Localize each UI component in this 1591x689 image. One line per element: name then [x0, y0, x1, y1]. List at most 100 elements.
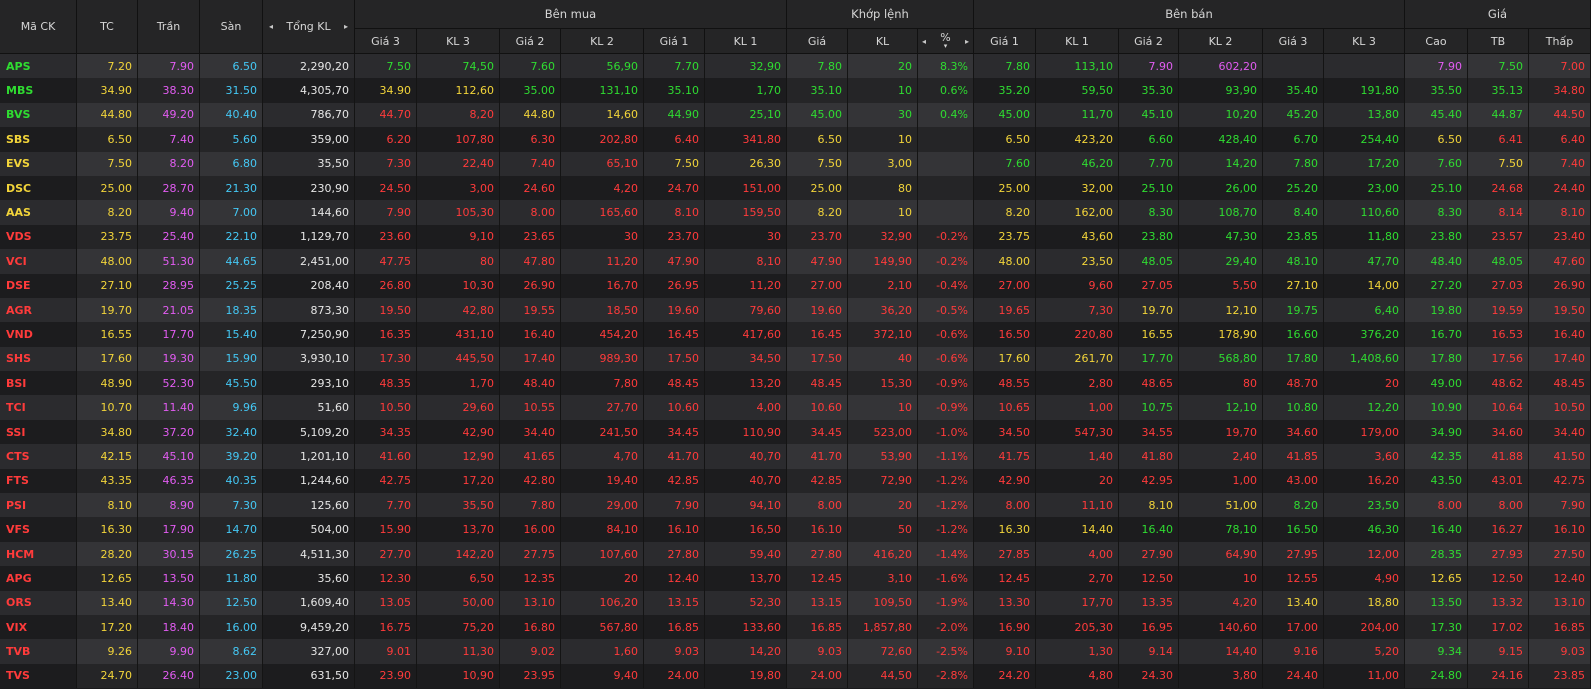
table-row[interactable]: ORS 13.40 14.30 12.50 1,609,40 13.05 50,00 13.1… [0, 590, 1591, 615]
arrow-left-icon[interactable]: ◂ [922, 37, 926, 46]
col-header-buy-price3[interactable]: Giá 3 [355, 29, 417, 54]
cell-sell-price1: 9.10 [974, 639, 1036, 664]
arrow-right-icon[interactable]: ▸ [965, 37, 969, 46]
cell-symbol[interactable]: APS [0, 54, 77, 79]
col-header-buy-price2[interactable]: Giá 2 [500, 29, 561, 54]
col-header-symbol[interactable]: Mã CK [0, 0, 77, 54]
cell-symbol[interactable]: DSE [0, 273, 77, 298]
cell-buy-vol2: 11,20 [561, 249, 644, 274]
table-row[interactable]: TVS 24.70 26.40 23.00 631,50 23.90 10,90 23.95 9… [0, 663, 1591, 689]
cell-symbol[interactable]: TVB [0, 639, 77, 664]
table-row[interactable]: SSI 34.80 37.20 32.40 5,109,20 34.35 42,90 34.4… [0, 419, 1591, 445]
sort-desc-icon[interactable]: ▾ [944, 42, 948, 50]
percent-label: % ▾ [940, 32, 950, 50]
cell-sell-price3: 8.40 [1263, 200, 1324, 225]
cell-ref: 16.30 [77, 517, 138, 542]
cell-symbol[interactable]: VDS [0, 224, 77, 250]
col-header-avg[interactable]: TB [1468, 29, 1529, 54]
cell-buy-price3: 44.70 [355, 102, 417, 128]
table-row[interactable]: APG 12.65 13.50 11.80 35,60 12.30 6,50 12.35 20 1… [0, 566, 1591, 591]
cell-symbol[interactable]: TVS [0, 663, 77, 689]
col-header-buy-vol3[interactable]: KL 3 [417, 29, 500, 54]
col-header-sell-vol3[interactable]: KL 3 [1324, 29, 1405, 54]
table-row[interactable]: MBS 34.90 38.30 31.50 4,305,70 34.90 112,60 35.… [0, 78, 1591, 103]
cell-sell-vol1: 4,00 [1036, 541, 1119, 567]
col-header-high[interactable]: Cao [1405, 29, 1468, 54]
table-row[interactable]: APS 7.20 7.90 6.50 2,290,20 7.50 74,50 7.60 56,9… [0, 54, 1591, 79]
cell-symbol[interactable]: DSC [0, 175, 77, 201]
table-row[interactable]: SBS 6.50 7.40 5.60 359,00 6.20 107,80 6.30 202,8… [0, 127, 1591, 152]
table-row[interactable]: SHS 17.60 19.30 15.90 3,930,10 17.30 445,50 17.… [0, 346, 1591, 372]
col-header-total-volume[interactable]: ◂ Tổng KL ▸ [263, 0, 355, 54]
cell-sell-price3: 27.10 [1263, 273, 1324, 298]
cell-buy-price2: 16.40 [500, 322, 561, 347]
col-header-ceiling[interactable]: Trần [138, 0, 200, 54]
col-header-match-percent[interactable]: ◂ % ▾ ▸ [918, 29, 974, 54]
table-row[interactable]: BSI 48.90 52.30 45.50 293,10 48.35 1,70 48.40 7,… [0, 371, 1591, 396]
cell-symbol[interactable]: BVS [0, 102, 77, 128]
table-row[interactable]: VDS 23.75 25.40 22.10 1,129,70 23.60 9,10 23.65… [0, 224, 1591, 250]
cell-symbol[interactable]: PSI [0, 493, 77, 518]
cell-symbol[interactable]: EVS [0, 151, 77, 176]
col-header-ref[interactable]: TC [77, 0, 138, 54]
table-row[interactable]: TVB 9.26 9.90 8.62 327,00 9.01 11,30 9.02 1,60 9.… [0, 639, 1591, 664]
table-row[interactable]: VIX 17.20 18.40 16.00 9,459,20 16.75 75,20 16.8… [0, 614, 1591, 640]
table-row[interactable]: VFS 16.30 17.90 14.70 504,00 15.90 13,70 16.00 8… [0, 517, 1591, 542]
cell-symbol[interactable]: FTS [0, 468, 77, 494]
cell-buy-vol2: 29,00 [561, 493, 644, 518]
table-row[interactable]: VND 16.55 17.70 15.40 7,250,90 16.35 431,10 16.… [0, 322, 1591, 347]
cell-symbol[interactable]: SBS [0, 127, 77, 152]
cell-symbol[interactable]: APG [0, 566, 77, 591]
cell-buy-vol2: 84,10 [561, 517, 644, 542]
cell-symbol[interactable]: VIX [0, 614, 77, 640]
cell-symbol[interactable]: VCI [0, 249, 77, 274]
cell-buy-vol3: 50,00 [417, 590, 500, 615]
cell-symbol[interactable]: ORS [0, 590, 77, 615]
col-header-match-price[interactable]: Giá [787, 29, 848, 54]
table-row[interactable]: FTS 43.35 46.35 40.35 1,244,60 42.75 17,20 42.8… [0, 468, 1591, 494]
cell-symbol[interactable]: VFS [0, 517, 77, 542]
col-header-floor[interactable]: Sàn [200, 0, 263, 54]
col-header-buy-vol1[interactable]: KL 1 [705, 29, 787, 54]
cell-symbol[interactable]: TCI [0, 395, 77, 420]
arrow-left-icon[interactable]: ◂ [269, 22, 273, 31]
col-header-sell-price1[interactable]: Giá 1 [974, 29, 1036, 54]
col-header-buy-vol2[interactable]: KL 2 [561, 29, 644, 54]
cell-match-volume: 416,20 [848, 541, 918, 567]
cell-symbol[interactable]: MBS [0, 78, 77, 103]
col-header-sell-vol2[interactable]: KL 2 [1179, 29, 1263, 54]
col-header-sell-price2[interactable]: Giá 2 [1119, 29, 1179, 54]
table-row[interactable]: AGR 19.70 21.05 18.35 873,30 19.50 42,80 19.55 1… [0, 297, 1591, 323]
col-header-buy-price1[interactable]: Giá 1 [644, 29, 705, 54]
col-header-match-volume[interactable]: KL [848, 29, 918, 54]
col-header-sell-vol1[interactable]: KL 1 [1036, 29, 1119, 54]
table-row[interactable]: BVS 44.80 49.20 40.40 786,70 44.70 8,20 44.80 14… [0, 102, 1591, 128]
col-header-sell-price3[interactable]: Giá 3 [1263, 29, 1324, 54]
cell-sell-vol1: 1,30 [1036, 639, 1119, 664]
cell-symbol[interactable]: AAS [0, 200, 77, 225]
table-row[interactable]: DSC 25.00 28.70 21.30 230,90 24.50 3,00 24.60 4,… [0, 175, 1591, 201]
cell-symbol[interactable]: CTS [0, 444, 77, 469]
table-row[interactable]: EVS 7.50 8.20 6.80 35,50 7.30 22,40 7.40 65,10 7.… [0, 151, 1591, 176]
col-header-low[interactable]: Thấp [1529, 29, 1591, 54]
table-row[interactable]: TCI 10.70 11.40 9.96 51,60 10.50 29,60 10.55 27,… [0, 395, 1591, 420]
cell-symbol[interactable]: SSI [0, 419, 77, 445]
table-row[interactable]: AAS 8.20 9.40 7.00 144,60 7.90 105,30 8.00 165,6… [0, 200, 1591, 225]
table-row[interactable]: VCI 48.00 51.30 44.65 2,451,00 47.75 80 47.80 11… [0, 249, 1591, 274]
cell-ceiling: 14.30 [138, 590, 200, 615]
cell-symbol[interactable]: SHS [0, 346, 77, 372]
cell-symbol[interactable]: HCM [0, 541, 77, 567]
table-row[interactable]: CTS 42.15 45.10 39.20 1,201,10 41.60 12,90 41.6… [0, 444, 1591, 469]
table-row[interactable]: PSI 8.10 8.90 7.30 125,60 7.70 35,50 7.80 29,00 7… [0, 493, 1591, 518]
table-row[interactable]: HCM 28.20 30.15 26.25 4,511,30 27.70 142,20 27.… [0, 541, 1591, 567]
cell-high: 8.00 [1405, 493, 1468, 518]
cell-floor: 21.30 [200, 175, 263, 201]
cell-ref: 28.20 [77, 541, 138, 567]
cell-symbol[interactable]: BSI [0, 371, 77, 396]
arrow-right-icon[interactable]: ▸ [344, 22, 348, 31]
table-row[interactable]: DSE 27.10 28.95 25.25 208,40 26.80 10,30 26.90 1… [0, 273, 1591, 298]
cell-buy-vol2: 454,20 [561, 322, 644, 347]
cell-symbol[interactable]: VND [0, 322, 77, 347]
cell-buy-price3: 34.35 [355, 419, 417, 445]
cell-symbol[interactable]: AGR [0, 297, 77, 323]
